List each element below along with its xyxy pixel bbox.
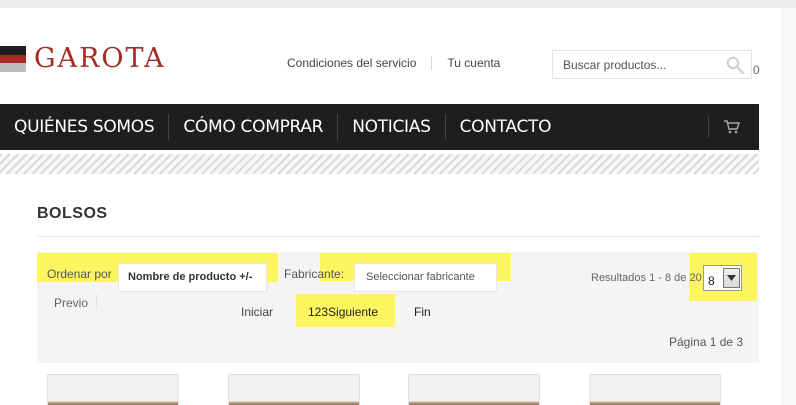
page-links-next[interactable]: 123Siguiente [308, 305, 378, 319]
product-thumbnail[interactable] [47, 374, 179, 405]
title-divider [37, 236, 759, 237]
last-page-link[interactable]: Fin [414, 305, 431, 319]
header-links: Condiciones del servicio Tu cuenta [287, 56, 500, 70]
top-bar [0, 0, 796, 8]
decorative-stripe [0, 154, 759, 174]
nav-item-how-to-buy[interactable]: CÓMO COMPRAR [169, 114, 337, 140]
search-box [552, 50, 752, 79]
terms-link[interactable]: Condiciones del servicio [287, 56, 416, 70]
nav-cart[interactable] [708, 116, 741, 138]
nav-divider [708, 116, 709, 138]
manufacturer-select[interactable]: Seleccionar fabricante [354, 263, 497, 292]
product-thumbnail[interactable] [408, 374, 540, 405]
order-select[interactable]: Nombre de producto +/- [118, 263, 267, 292]
search-icon[interactable] [726, 56, 744, 74]
main-nav: QUIÉNES SOMOS CÓMO COMPRAR NOTICIAS CONT… [0, 104, 759, 150]
flag-icon [0, 46, 26, 73]
nav-item-news[interactable]: NOTICIAS [338, 114, 444, 140]
account-link[interactable]: Tu cuenta [447, 56, 500, 70]
page-title: BOLSOS [37, 205, 108, 222]
divider [96, 294, 97, 310]
scroll-gutter [782, 8, 796, 405]
divider [431, 56, 433, 70]
chevron-down-icon[interactable] [723, 268, 740, 288]
page-counter: Página 1 de 3 [669, 335, 744, 349]
product-thumbnail[interactable] [228, 374, 360, 405]
shopping-cart-icon[interactable] [723, 119, 741, 135]
order-label: Ordenar por [47, 267, 112, 281]
first-page-link[interactable]: Iniciar [241, 305, 273, 319]
nav-item-contact[interactable]: CONTACTO [446, 114, 566, 140]
results-count: Resultados 1 - 8 de 20 [591, 272, 702, 284]
logo-text: GAROTA [34, 43, 166, 74]
search-input[interactable] [563, 57, 723, 73]
site-logo[interactable]: GAROTA [0, 44, 166, 74]
limit-value: 8 [708, 274, 715, 288]
nav-item-about[interactable]: QUIÉNES SOMOS [0, 114, 168, 140]
prev-link[interactable]: Previo [54, 296, 88, 310]
limit-select[interactable]: 8 [703, 265, 742, 291]
manufacturer-label: Fabricante: [284, 267, 345, 281]
product-thumbnail[interactable] [589, 374, 721, 405]
cart-count: 0 [753, 63, 760, 77]
